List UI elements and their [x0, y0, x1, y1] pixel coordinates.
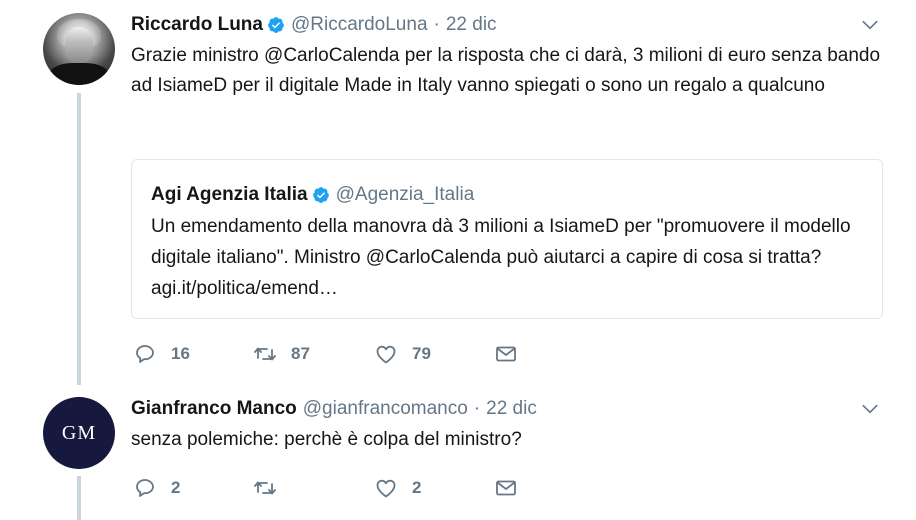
like-button[interactable]: 2	[374, 473, 421, 503]
quoted-tweet-header: Agi Agenzia Italia @Agenzia_Italia	[151, 182, 474, 208]
avatar-initials: GM	[61, 421, 97, 444]
reply-icon	[136, 345, 154, 363]
quoted-tweet-text: Un emendamento della manovra dà 3 milion…	[151, 216, 851, 299]
tweet-text: Grazie ministro @CarloCalenda per la ris…	[131, 45, 881, 96]
like-button[interactable]: 79	[374, 339, 431, 369]
verified-badge-icon	[268, 17, 284, 33]
tweet-text: senza polemiche: perchè è colpa del mini…	[131, 429, 522, 450]
retweet-button[interactable]: 87	[253, 339, 310, 369]
thread-connector-line	[77, 93, 81, 385]
author-handle[interactable]: @RiccardoLuna	[291, 14, 428, 36]
reply-count: 2	[171, 478, 181, 497]
tweet-header: Gianfranco Manco @gianfrancomanco · 22 d…	[131, 396, 537, 422]
direct-message-icon	[496, 346, 516, 362]
retweet-button[interactable]	[253, 473, 291, 503]
verified-badge-icon	[312, 187, 329, 203]
like-icon	[376, 345, 396, 364]
like-icon	[376, 479, 396, 498]
reply-button[interactable]: 16	[133, 339, 190, 369]
author-name[interactable]: Gianfranco Manco	[131, 398, 297, 420]
thread-connector-line	[77, 476, 81, 520]
retweet-icon	[254, 347, 276, 361]
like-count: 79	[412, 344, 431, 363]
separator-dot: ·	[433, 14, 440, 35]
avatar-riccardo-luna[interactable]	[43, 13, 115, 85]
avatar-gianfranco-manco[interactable]: GM	[43, 397, 115, 469]
direct-message-button[interactable]	[494, 339, 518, 369]
tweet-date[interactable]: 22 dic	[446, 14, 497, 36]
quoted-tweet[interactable]: Agi Agenzia Italia @Agenzia_Italia Un em…	[131, 159, 883, 319]
chevron-down-icon[interactable]	[860, 15, 880, 35]
author-handle[interactable]: @gianfrancomanco	[303, 398, 468, 420]
direct-message-icon	[496, 480, 516, 496]
author-name[interactable]: Riccardo Luna	[131, 14, 263, 36]
quoted-author-name: Agi Agenzia Italia	[151, 184, 308, 205]
tweet-actions: 2 2	[131, 473, 551, 503]
retweet-count: 87	[291, 344, 310, 363]
reply-icon	[136, 479, 154, 497]
separator-dot: ·	[473, 398, 481, 419]
tweet-date[interactable]: 22 dic	[486, 398, 537, 420]
direct-message-button[interactable]	[494, 473, 518, 503]
reply-count: 16	[171, 344, 190, 363]
reply-button[interactable]: 2	[133, 473, 180, 503]
tweet-header: Riccardo Luna @RiccardoLuna · 22 dic	[131, 12, 497, 38]
retweet-icon	[254, 481, 276, 495]
quoted-author-handle: @Agenzia_Italia	[335, 184, 475, 205]
chevron-down-icon[interactable]	[860, 399, 880, 419]
tweet-actions: 16 87 79	[131, 339, 551, 369]
like-count: 2	[412, 478, 422, 497]
